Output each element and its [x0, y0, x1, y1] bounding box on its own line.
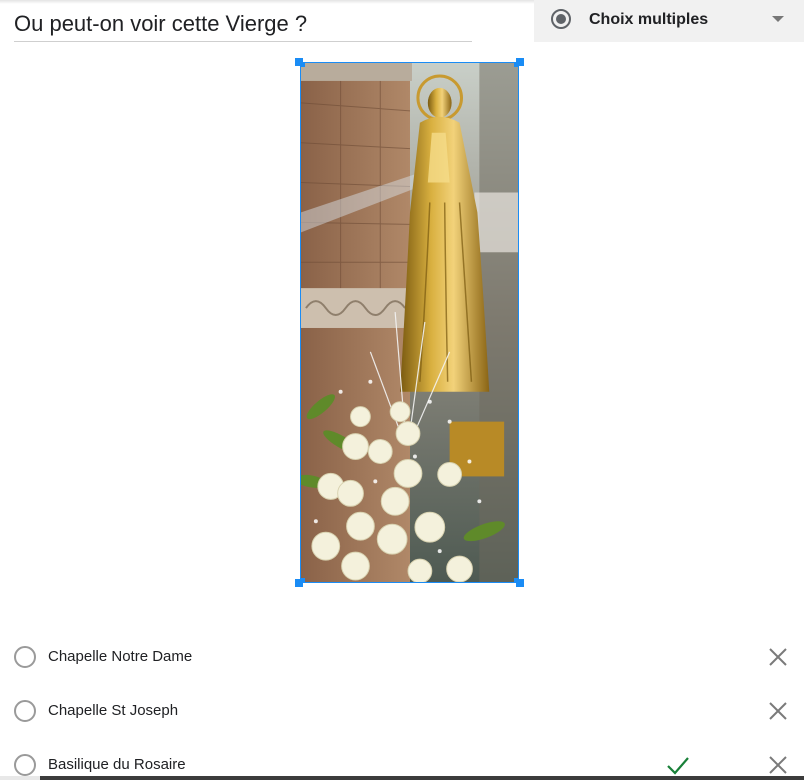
question-type-dropdown[interactable]: Choix multiples [534, 0, 804, 42]
option-label[interactable]: Chapelle Notre Dame [48, 648, 192, 666]
option-label[interactable]: Chapelle St Joseph [48, 702, 178, 720]
option-label[interactable]: Basilique du Rosaire [48, 756, 186, 774]
corner-handle-bottom-right[interactable] [516, 579, 524, 587]
bottom-scrollbar[interactable] [40, 776, 804, 780]
corner-handle-bottom-left[interactable] [295, 579, 303, 587]
question-type-label: Choix multiples [589, 11, 709, 28]
option-row: Chapelle Notre Dame [0, 642, 804, 672]
question-image[interactable] [300, 62, 519, 583]
question-title-input[interactable]: Ou peut-on voir cette Vierge ? [14, 10, 472, 42]
radio-button-checked-icon [551, 9, 571, 29]
close-icon[interactable] [767, 754, 789, 776]
option-radio[interactable] [14, 754, 36, 776]
checkmark-icon[interactable] [666, 754, 690, 776]
corner-handle-top-right[interactable] [516, 58, 524, 66]
option-radio[interactable] [14, 700, 36, 722]
option-row: Chapelle St Joseph [0, 696, 804, 726]
close-icon[interactable] [767, 700, 789, 722]
close-icon[interactable] [767, 646, 789, 668]
bottom-scrollbar-track [0, 776, 40, 780]
dropdown-arrow-icon [772, 16, 784, 22]
option-radio[interactable] [14, 646, 36, 668]
corner-handle-top-left[interactable] [295, 58, 303, 66]
statue-photo [301, 63, 518, 582]
